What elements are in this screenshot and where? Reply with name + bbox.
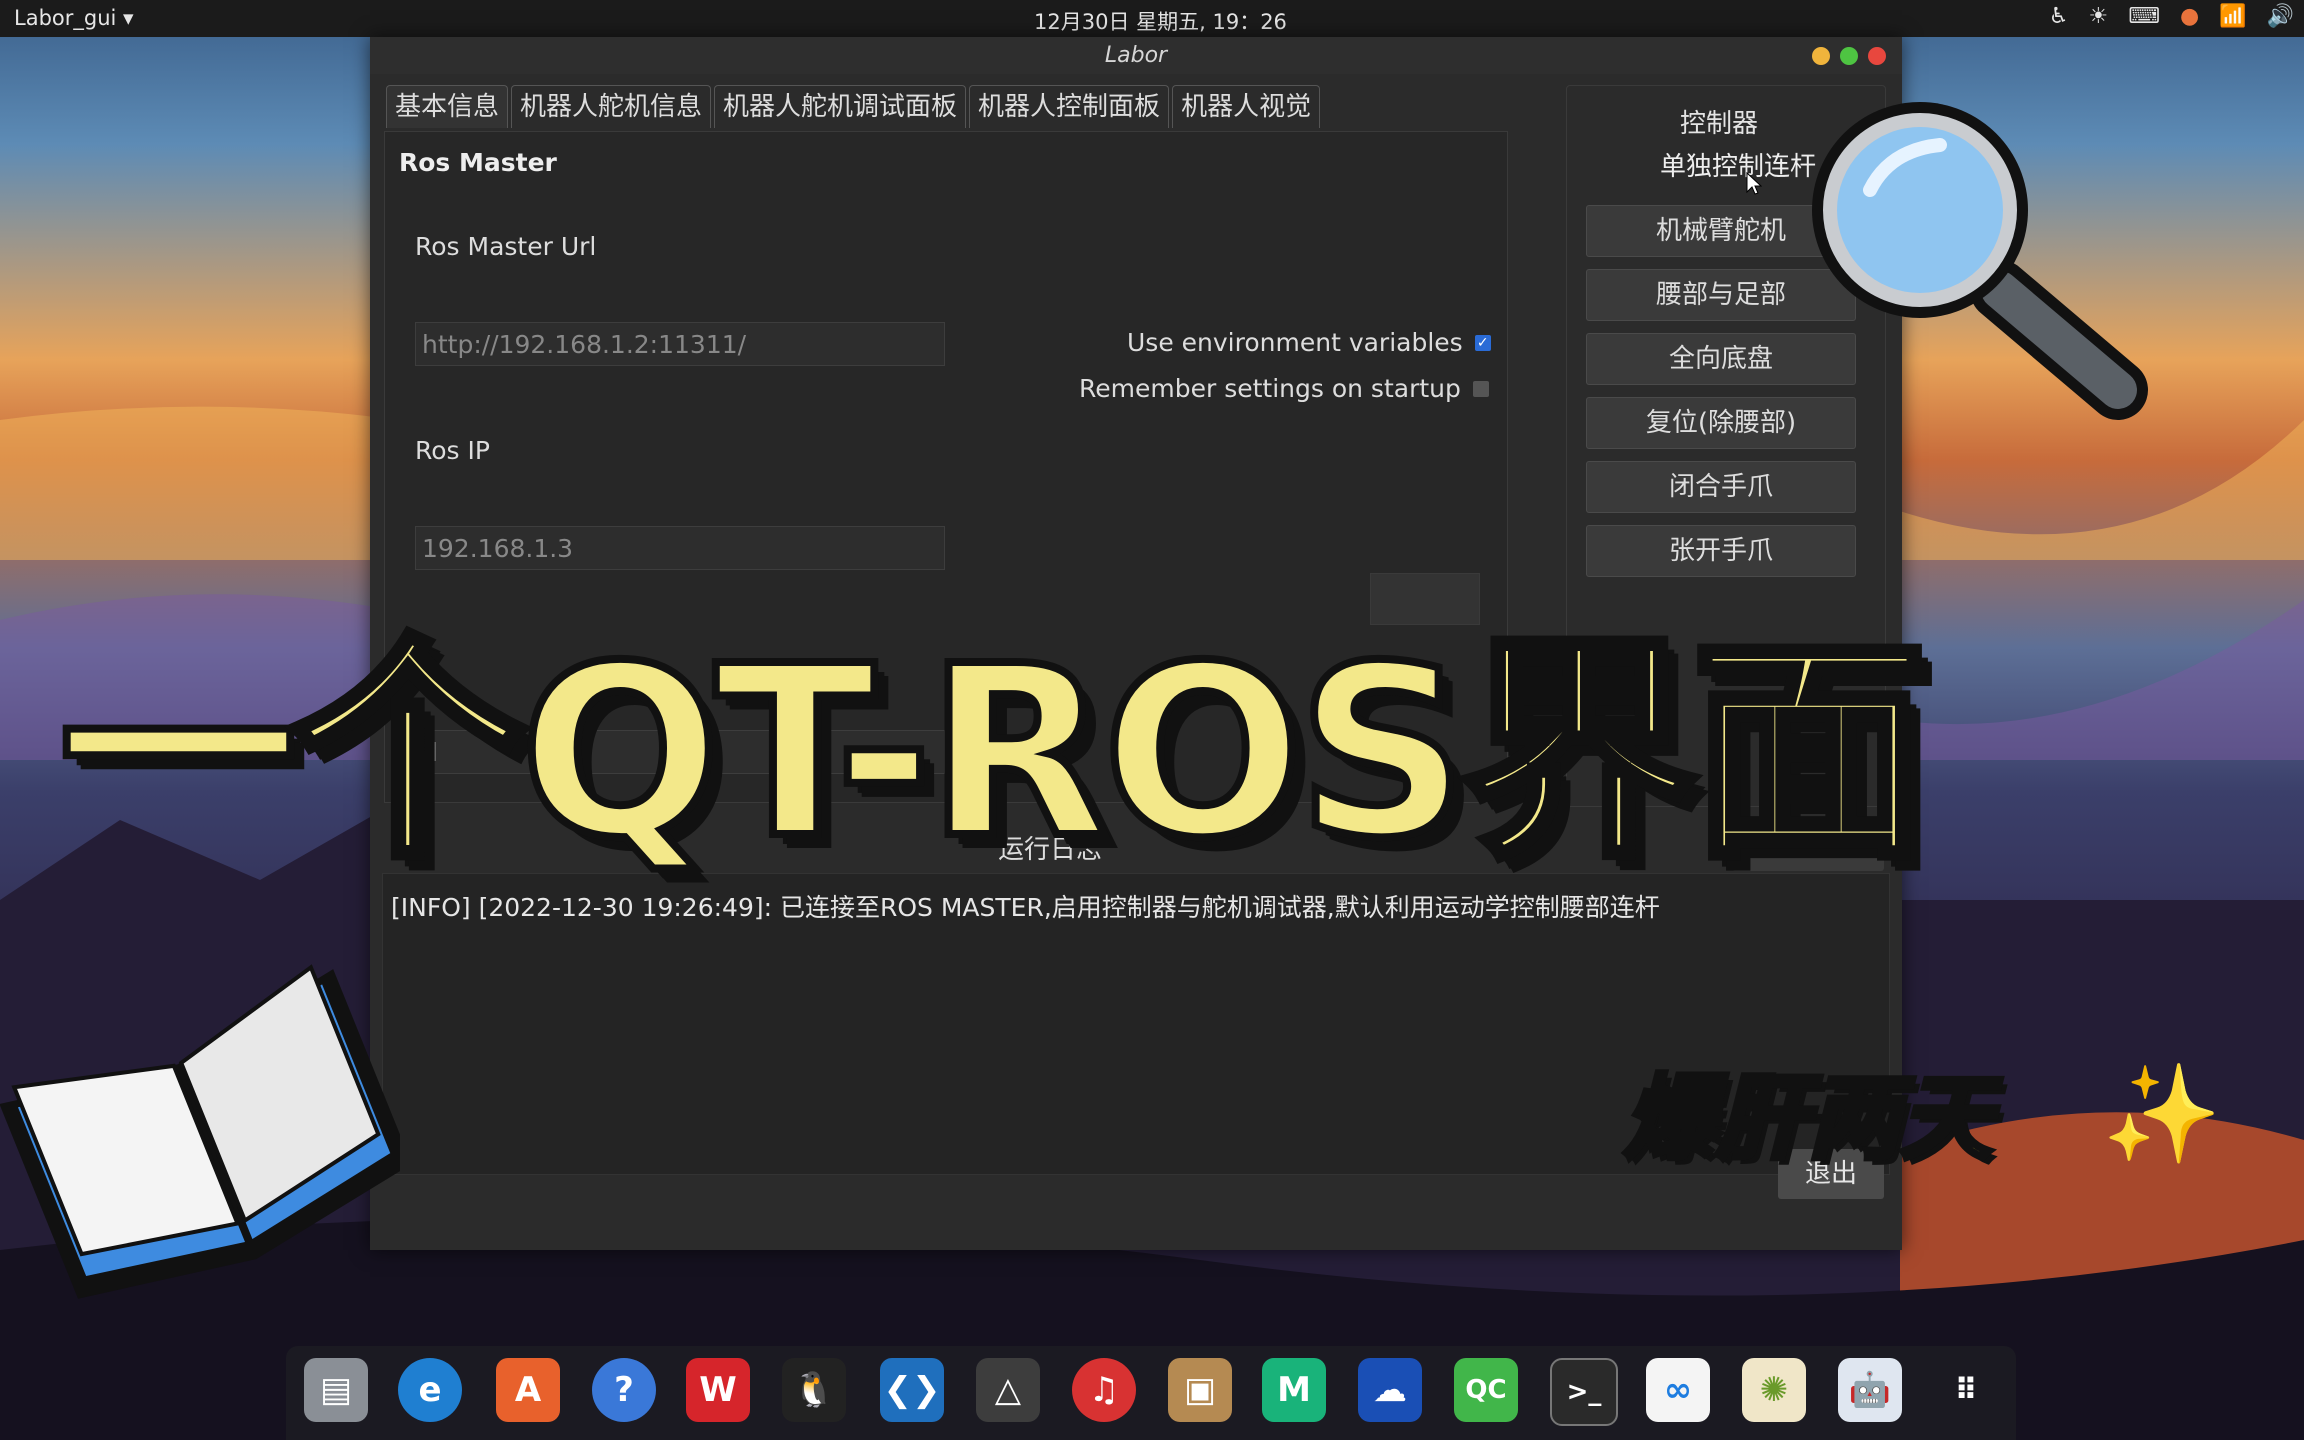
netease-music-icon[interactable]: ♫ [1072, 1358, 1136, 1422]
book-icon [0, 964, 400, 1299]
vscode-icon[interactable]: ❮❯ [880, 1358, 944, 1422]
system-tray: ♿ ☀ ⌨ ● 📶 🔊 [2049, 4, 2294, 29]
system-top-bar: Labor_gui ▾ 12月30日 星期五, 19：26 ♿ ☀ ⌨ ● 📶 … [0, 0, 2304, 37]
close-button[interactable] [1868, 47, 1886, 65]
wifi-icon[interactable]: 📶 [2219, 4, 2246, 29]
overlay-headline: 一个QT-ROS界面 [56, 611, 1931, 894]
ros-master-heading: Ros Master [399, 148, 557, 177]
tab-basic-info[interactable]: 基本信息 [386, 85, 509, 128]
checkbox-checked-icon[interactable]: ✓ [1474, 334, 1491, 351]
controller-title: 控制器 [1680, 109, 1759, 139]
window-title: Labor [1104, 43, 1168, 68]
magnifier-icon [1812, 102, 2148, 420]
accessibility-icon[interactable]: ♿ [2049, 4, 2069, 29]
help-icon[interactable]: ? [592, 1358, 656, 1422]
software-center-icon[interactable]: A [496, 1358, 560, 1422]
tab-bar: 基本信息 机器人舵机信息 机器人舵机调试面板 机器人控制面板 机器人视觉 [386, 85, 1323, 129]
minimize-button[interactable] [1812, 47, 1830, 65]
remember-settings-checkbox[interactable]: Remember settings on startup [1079, 374, 1489, 403]
keyboard-icon[interactable]: ⌨ [2128, 4, 2160, 29]
brightness-icon[interactable]: ☀ [2088, 4, 2108, 29]
ros-master-url-input[interactable]: http://192.168.1.2:11311/ [415, 322, 945, 366]
baidu-netdisk-icon[interactable]: ∞ [1646, 1358, 1710, 1422]
tab-control-panel[interactable]: 机器人控制面板 [969, 85, 1170, 128]
use-env-checkbox[interactable]: Use environment variables ✓ [1127, 328, 1491, 357]
ros-ip-label: Ros IP [415, 436, 490, 465]
maximize-button[interactable] [1840, 47, 1858, 65]
overlay-tagline: 爆肝两天 [1621, 1063, 1994, 1175]
checkbox-unchecked-icon[interactable] [1472, 380, 1489, 397]
files-icon[interactable]: ▤ [304, 1358, 368, 1422]
terminal-icon[interactable]: >_ [1550, 1358, 1618, 1426]
use-env-label: Use environment variables [1127, 328, 1463, 357]
tab-servo-info[interactable]: 机器人舵机信息 [511, 85, 712, 128]
archive-icon[interactable]: ▣ [1168, 1358, 1232, 1422]
labor-app-icon[interactable]: 🤖 [1838, 1358, 1902, 1422]
volume-icon[interactable]: 🔊 [2267, 4, 2294, 29]
cloud-icon[interactable]: ☁ [1358, 1358, 1422, 1422]
webstorm-icon[interactable]: M [1262, 1358, 1326, 1422]
wps-icon[interactable]: W [686, 1358, 750, 1422]
tab-vision[interactable]: 机器人视觉 [1172, 85, 1321, 128]
settings-icon[interactable]: ✺ [1742, 1358, 1806, 1422]
app-grid-icon[interactable]: ⠿ [1934, 1358, 1998, 1422]
tab-servo-debug[interactable]: 机器人舵机调试面板 [714, 85, 967, 128]
window-titlebar[interactable]: Labor [370, 37, 1902, 74]
close-gripper-button[interactable]: 闭合手爪 [1586, 461, 1856, 513]
ros-master-url-label: Ros Master Url [415, 232, 597, 261]
edge-icon[interactable]: e [398, 1358, 462, 1422]
rviz-icon[interactable]: △ [976, 1358, 1040, 1422]
mouse-cursor-icon [1746, 172, 1762, 195]
notification-dot-icon[interactable]: ● [2180, 4, 2199, 29]
qtcreator-icon[interactable]: QC [1454, 1358, 1518, 1422]
app-menu[interactable]: Labor_gui ▾ [14, 6, 134, 30]
remember-settings-label: Remember settings on startup [1079, 374, 1461, 403]
sparkles-icon: ✨ [2102, 1058, 2222, 1170]
clock[interactable]: 12月30日 星期五, 19：26 [1034, 6, 1287, 36]
qq-icon[interactable]: 🐧 [782, 1358, 846, 1422]
